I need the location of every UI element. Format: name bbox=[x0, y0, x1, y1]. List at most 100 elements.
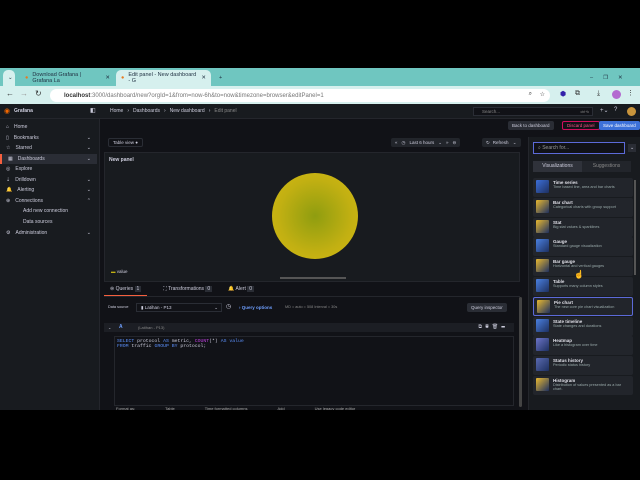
panel-resize-handle[interactable] bbox=[280, 277, 346, 279]
discard-panel-button[interactable]: Discard panel bbox=[562, 121, 600, 130]
sidebar-icon: ⊕ bbox=[6, 198, 11, 204]
sidebar-item[interactable]: ▦ Dashboards ⌄ bbox=[0, 154, 97, 164]
zoom-out-icon[interactable]: ⊖ bbox=[453, 140, 457, 146]
browser-tab[interactable]: ● Download Grafana | Grafana La ✕ bbox=[20, 70, 115, 86]
reload-icon[interactable]: ↻ bbox=[35, 89, 42, 98]
window-controls[interactable]: – ❐ ✕ bbox=[585, 70, 628, 86]
query-inspector-button[interactable]: Query inspector bbox=[467, 303, 507, 312]
search-input[interactable]: Search... ctrl+k bbox=[473, 107, 593, 116]
tab-transformations[interactable]: ⛶ Transformations 0 bbox=[163, 286, 213, 296]
minimize-icon[interactable]: – bbox=[590, 75, 593, 81]
profile-avatar[interactable] bbox=[612, 90, 621, 99]
breadcrumb-new-dashboard[interactable]: New dashboard bbox=[170, 108, 205, 114]
chevron-icon[interactable]: ⌃ bbox=[87, 198, 91, 204]
grafana-favicon-icon: ● bbox=[121, 75, 125, 81]
close-tab-icon[interactable]: ✕ bbox=[105, 75, 110, 81]
sidebar-item[interactable]: Add new connection bbox=[0, 206, 97, 216]
viz-item[interactable]: Time series Time based line, area and bar… bbox=[533, 178, 633, 197]
viz-item[interactable]: Table Supports many column styles bbox=[533, 277, 633, 296]
menu-icon[interactable]: ⋮ bbox=[627, 89, 634, 97]
tab-visualizations[interactable]: Visualizations bbox=[533, 161, 582, 172]
query-row-header[interactable]: ⌄ A (Latihan - P13) ⧉◉🗑☰ bbox=[104, 323, 514, 332]
sidebar-item[interactable]: ▯ Bookmarks ⌄ bbox=[0, 133, 97, 143]
viz-search-input[interactable]: ⌕ Search for... bbox=[533, 142, 625, 154]
new-tab-button[interactable]: + bbox=[214, 70, 227, 86]
dock-menu-icon[interactable]: ◧ bbox=[90, 107, 96, 114]
help-icon[interactable]: ? bbox=[614, 107, 617, 113]
data-source-select[interactable]: ▮ Latihan - P13 ⌄ bbox=[136, 303, 222, 312]
add-icon[interactable]: +⌄ bbox=[600, 107, 609, 114]
sidebar-item[interactable]: ⌂ Home bbox=[0, 122, 97, 132]
viz-item[interactable]: Pie chart The new core pie chart visualiz… bbox=[533, 296, 633, 316]
bookmark-star-icon[interactable]: ☆ bbox=[540, 91, 545, 98]
restore-icon[interactable]: ❐ bbox=[603, 75, 608, 81]
viz-type-icon bbox=[537, 299, 550, 313]
viz-item[interactable]: Status history Periodic status history bbox=[533, 356, 633, 376]
legend-item[interactable]: ▬ value bbox=[111, 269, 128, 274]
clock-icon: ◷ bbox=[401, 139, 406, 145]
browser-tab-active[interactable]: ● Edit panel - New dashboard - G ✕ bbox=[116, 70, 211, 86]
viz-item[interactable]: Heatmap Like a histogram over time bbox=[533, 336, 633, 356]
shift-forward-icon[interactable]: » bbox=[446, 140, 449, 145]
sidebar-item[interactable]: ⚙ Administration ⌄ bbox=[0, 228, 97, 238]
tab-list-button[interactable]: ⌄ bbox=[3, 70, 15, 86]
time-range-picker[interactable]: «◷ Last 6 hours ⌄» ⊖ bbox=[391, 138, 461, 147]
save-dashboard-button[interactable]: Save dashboard bbox=[599, 121, 640, 130]
query-history-icon[interactable]: ◷ bbox=[226, 303, 231, 310]
viz-type-icon bbox=[536, 338, 549, 352]
sql-code-editor[interactable]: SELECT protocol AS metric, COUNT(*) AS v… bbox=[114, 336, 514, 406]
viz-type-icon bbox=[536, 259, 549, 273]
query-tabs: ⊜ Queries 1 ⛶ Transformations 0 🔔 Alert … bbox=[104, 286, 520, 297]
sidebar-item[interactable]: Data sources bbox=[0, 217, 97, 227]
chevron-icon[interactable]: ⌄ bbox=[87, 145, 91, 151]
table-view-toggle[interactable]: Table view ● bbox=[108, 138, 143, 147]
sidebar-item[interactable]: ◎ Explore bbox=[0, 164, 97, 174]
breadcrumb-edit-panel: Edit panel bbox=[214, 108, 237, 114]
viz-item[interactable]: Stat Big stat values & sparklines bbox=[533, 217, 633, 237]
breadcrumb-home[interactable]: Home bbox=[110, 108, 123, 114]
close-window-icon[interactable]: ✕ bbox=[618, 75, 623, 81]
viz-scrollbar[interactable] bbox=[634, 180, 636, 275]
chevron-icon[interactable]: ⌄ bbox=[87, 187, 91, 193]
tab-suggestions[interactable]: Suggestions bbox=[582, 161, 631, 172]
sidebar-item[interactable]: ⇣ Drilldown ⌄ bbox=[0, 175, 97, 185]
chevron-icon[interactable]: ⌄ bbox=[87, 135, 91, 141]
viz-item[interactable]: State timeline State changes and duration… bbox=[533, 316, 633, 336]
chevron-icon[interactable]: ⌄ bbox=[87, 156, 91, 162]
viz-item[interactable]: Gauge Standard gauge visualization bbox=[533, 237, 633, 257]
url-input[interactable]: localhost:3000/dashboard/new?orgId=1&fro… bbox=[50, 89, 550, 102]
viz-item[interactable]: Histogram Distribution of values presente… bbox=[533, 376, 633, 395]
download-icon[interactable]: ⤓ bbox=[597, 90, 600, 98]
sidebar-item[interactable]: 🔔 Alerting ⌄ bbox=[0, 185, 97, 195]
back-icon[interactable]: ← bbox=[6, 89, 14, 98]
breadcrumb-dashboards[interactable]: Dashboards bbox=[133, 108, 160, 114]
grafana-logo-icon[interactable]: ◉ bbox=[4, 107, 10, 115]
zoom-icon[interactable]: ⌕ bbox=[529, 91, 532, 98]
pie-slice-value[interactable] bbox=[272, 173, 358, 259]
back-to-dashboard-button[interactable]: Back to dashboard bbox=[508, 121, 554, 130]
scrollbar[interactable] bbox=[519, 297, 522, 407]
sidebar-icon: ◎ bbox=[6, 166, 11, 172]
viz-item[interactable]: Bar chart Categorical charts with group s… bbox=[533, 197, 633, 217]
query-options-toggle[interactable]: › Query options bbox=[239, 305, 272, 310]
viz-type-icon bbox=[536, 358, 549, 372]
sidebar-item[interactable]: ⊕ Connections ⌃ bbox=[0, 196, 97, 206]
shift-back-icon[interactable]: « bbox=[395, 140, 398, 145]
sidebar-item[interactable]: ☆ Starred ⌄ bbox=[0, 143, 97, 153]
user-avatar[interactable] bbox=[627, 107, 636, 116]
chevron-icon[interactable]: ⌄ bbox=[87, 177, 91, 183]
mouse-cursor-icon: ☝ bbox=[574, 270, 584, 279]
tab-queries[interactable]: ⊜ Queries 1 bbox=[104, 286, 148, 296]
format-select[interactable]: Table bbox=[165, 406, 175, 410]
close-picker-button[interactable]: ⌄ bbox=[628, 144, 637, 152]
close-tab-icon[interactable]: ✕ bbox=[201, 75, 206, 81]
extension-icon[interactable]: ⬢ bbox=[560, 90, 566, 98]
puzzle-icon[interactable]: ⧉ bbox=[575, 90, 580, 98]
collapse-icon[interactable]: ⌄ bbox=[108, 325, 111, 330]
query-row-actions[interactable]: ⧉◉🗑☰ bbox=[478, 324, 508, 330]
tab-alert[interactable]: 🔔 Alert 0 bbox=[228, 286, 254, 296]
forward-icon[interactable]: → bbox=[20, 89, 28, 98]
refresh-button[interactable]: ↻ Refresh ⌄ bbox=[482, 138, 521, 147]
chevron-icon[interactable]: ⌄ bbox=[87, 230, 91, 236]
browser-tab-bar: ⌄ ● Download Grafana | Grafana La ✕ ● Edit … bbox=[0, 68, 640, 86]
